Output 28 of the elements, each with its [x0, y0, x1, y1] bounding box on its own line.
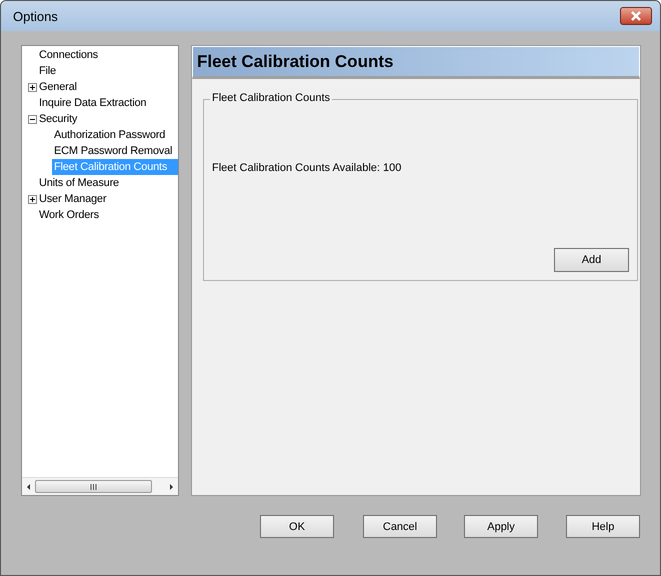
dialog-button[interactable]: OK: [260, 515, 334, 538]
horizontal-scrollbar[interactable]: [22, 477, 178, 495]
tree-item[interactable]: Work Orders: [37, 207, 101, 223]
add-button[interactable]: Add: [554, 248, 629, 272]
tree-item[interactable]: Inquire Data Extraction: [37, 95, 148, 111]
close-icon: [630, 11, 642, 21]
scrollbar-thumb[interactable]: [35, 480, 152, 493]
tree-item[interactable]: Authorization Password: [52, 127, 168, 143]
panel-header: Fleet Calibration Counts: [192, 46, 640, 79]
dialog-button[interactable]: Help: [566, 515, 640, 538]
tree-item[interactable]: Security: [37, 111, 80, 127]
expand-icon[interactable]: [28, 194, 37, 204]
close-button[interactable]: [620, 7, 652, 25]
tree-item[interactable]: Connections: [37, 47, 100, 63]
counts-label: Fleet Calibration Counts Available: 100: [212, 162, 402, 174]
tree-item[interactable]: User Manager: [37, 191, 108, 207]
window-title: Options: [13, 8, 58, 24]
tree-item[interactable]: Units of Measure: [37, 175, 121, 191]
tree-item[interactable]: ECM Password Removal: [52, 143, 174, 159]
scroll-right-icon[interactable]: [167, 482, 175, 490]
scroll-left-icon[interactable]: [25, 482, 33, 490]
group-title: Fleet Calibration Counts: [210, 92, 332, 104]
tree-item[interactable]: File: [37, 63, 58, 79]
dialog-button[interactable]: Apply: [464, 515, 538, 538]
dialog-button[interactable]: Cancel: [363, 515, 437, 538]
expand-icon[interactable]: [28, 82, 37, 92]
tree-item[interactable]: General: [37, 79, 79, 95]
collapse-icon[interactable]: [28, 114, 37, 124]
